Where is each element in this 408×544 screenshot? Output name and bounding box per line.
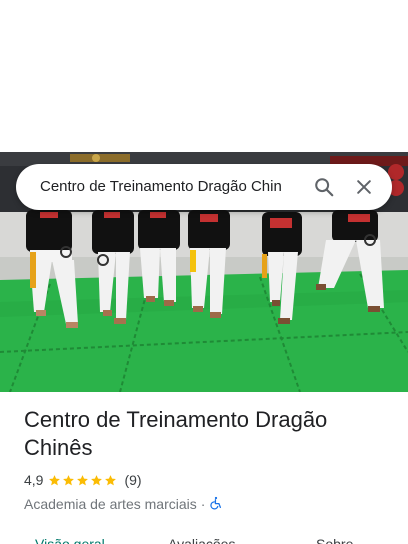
star-icon [77,474,89,485]
place-category: Academia de artes marciais [24,496,197,512]
tab-avaliacoes[interactable]: Avaliações [168,532,235,544]
rating-value: 4,9 [24,472,44,488]
tab-sobre[interactable]: Sobre [316,532,353,544]
category-row: Academia de artes marciais · [24,494,394,514]
close-icon[interactable] [344,167,384,207]
search-input[interactable]: Centro de Treinamento Dragão Chin [40,164,304,210]
rating-stars [48,474,118,487]
wheelchair-accessible-icon [209,496,223,513]
star-icon [63,474,75,485]
separator-dot: · [200,496,206,512]
search-icon[interactable] [304,167,344,207]
review-count[interactable]: (9) [124,472,141,488]
star-icon [91,474,103,485]
rating-row[interactable]: 4,9 (9) [24,470,394,490]
search-bar[interactable]: Centro de Treinamento Dragão Chin [16,164,392,210]
place-tabs: Visão geral Avaliações Sobre [0,528,408,544]
map-area-blank [0,0,408,152]
star-icon [49,474,61,485]
star-icon [105,474,117,485]
place-title: Centro de Treinamento Dragão Chinês [24,407,328,460]
place-info: Centro de Treinamento Dragão Chinês 4,9 … [24,406,394,514]
tab-visao-geral[interactable]: Visão geral [35,532,105,544]
